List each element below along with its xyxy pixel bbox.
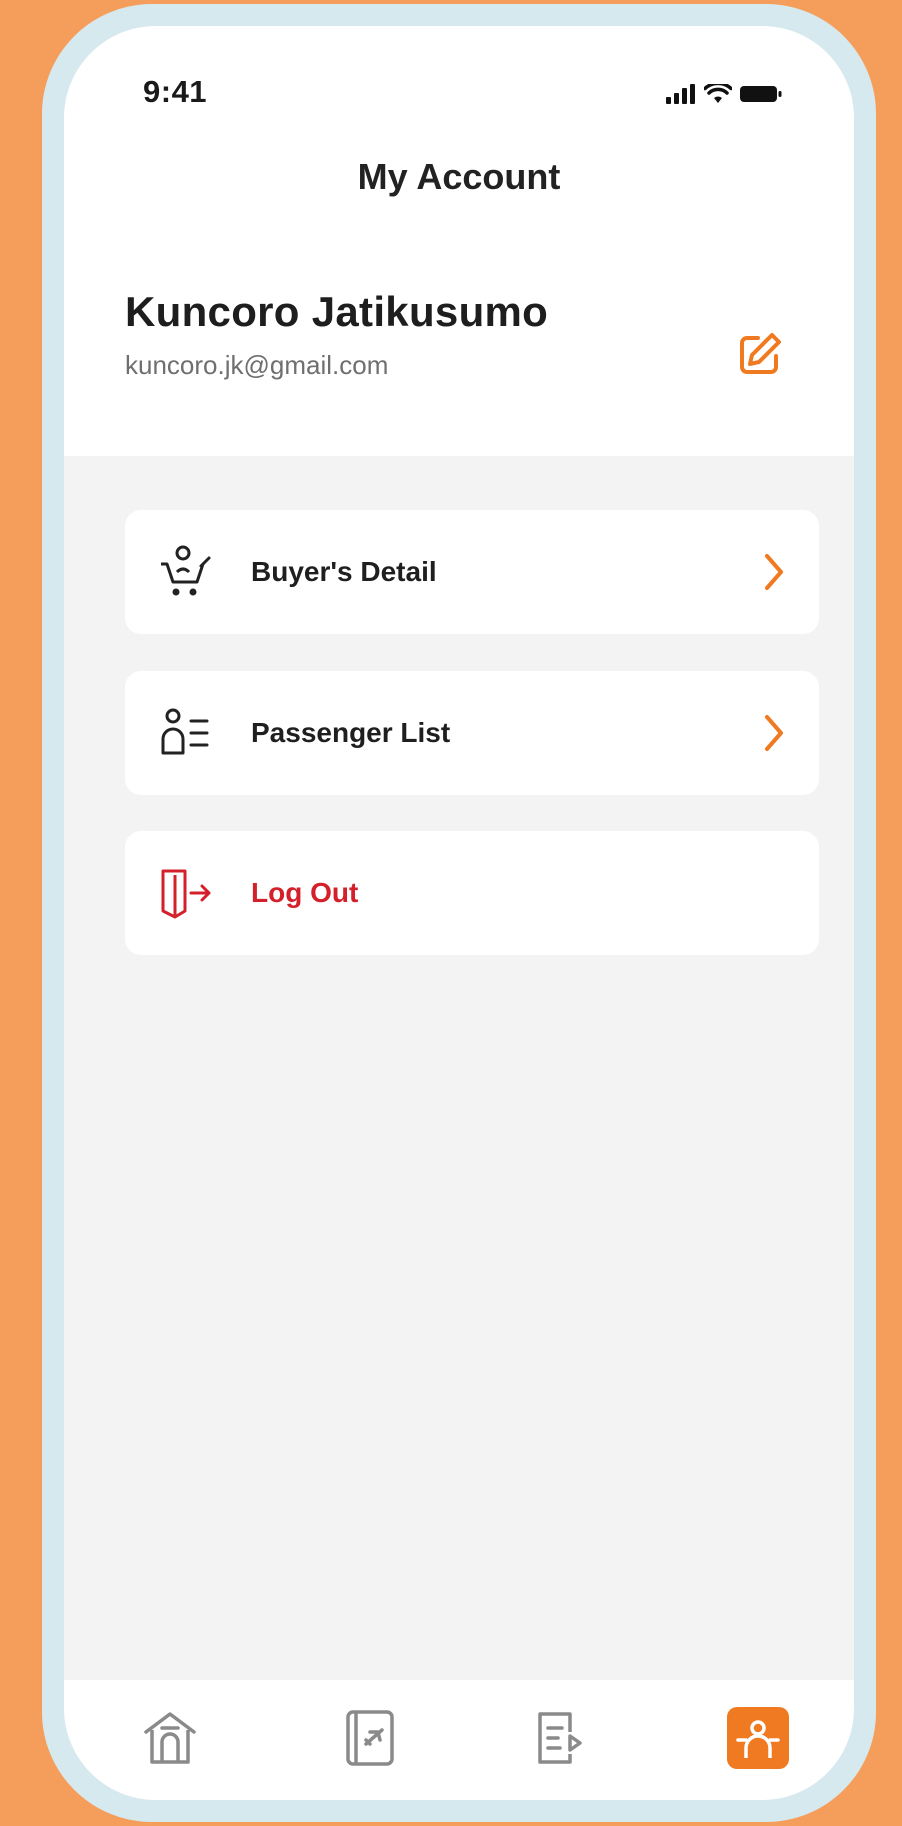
nav-flight[interactable] <box>334 1702 406 1774</box>
flight-ticket-icon <box>346 1710 394 1766</box>
user-email: kuncoro.jk@gmail.com <box>125 350 389 380</box>
menu-item-label: Passenger List <box>251 717 451 748</box>
buyer-cart-icon <box>155 542 215 602</box>
battery-icon <box>740 84 782 109</box>
orders-icon <box>538 1712 582 1764</box>
logout-door-icon <box>155 863 215 923</box>
account-icon <box>727 1707 789 1769</box>
user-name: Kuncoro Jatikusumo <box>125 288 549 335</box>
nav-home[interactable] <box>134 1702 206 1774</box>
edit-profile-button[interactable] <box>732 326 788 382</box>
menu-item-buyers-detail[interactable]: Buyer's Detail <box>125 510 819 634</box>
menu-item-label: Log Out <box>251 877 359 908</box>
bottom-nav <box>64 1680 854 1800</box>
page-title: My Account <box>357 156 561 197</box>
edit-icon <box>740 333 781 374</box>
nav-orders[interactable] <box>524 1702 596 1774</box>
menu-item-label: Buyer's Detail <box>251 556 437 587</box>
nav-account[interactable] <box>722 1702 794 1774</box>
app-screen: 9:41 My Account Kuncoro Jatikusumo kunco… <box>64 26 854 1800</box>
menu-item-log-out[interactable]: Log Out <box>125 831 819 955</box>
chevron-right-icon <box>765 715 783 751</box>
status-time: 9:41 <box>143 74 208 109</box>
profile-header: 9:41 My Account Kuncoro Jatikusumo kunco… <box>64 26 854 456</box>
signal-icon <box>666 84 696 109</box>
home-icon <box>144 1712 196 1764</box>
phone-frame: 9:41 My Account Kuncoro Jatikusumo kunco… <box>42 4 876 1822</box>
menu-item-passenger-list[interactable]: Passenger List <box>125 671 819 795</box>
chevron-right-icon <box>765 554 783 590</box>
status-icons <box>666 81 782 109</box>
wifi-icon <box>703 81 733 109</box>
passenger-list-icon <box>155 703 215 763</box>
